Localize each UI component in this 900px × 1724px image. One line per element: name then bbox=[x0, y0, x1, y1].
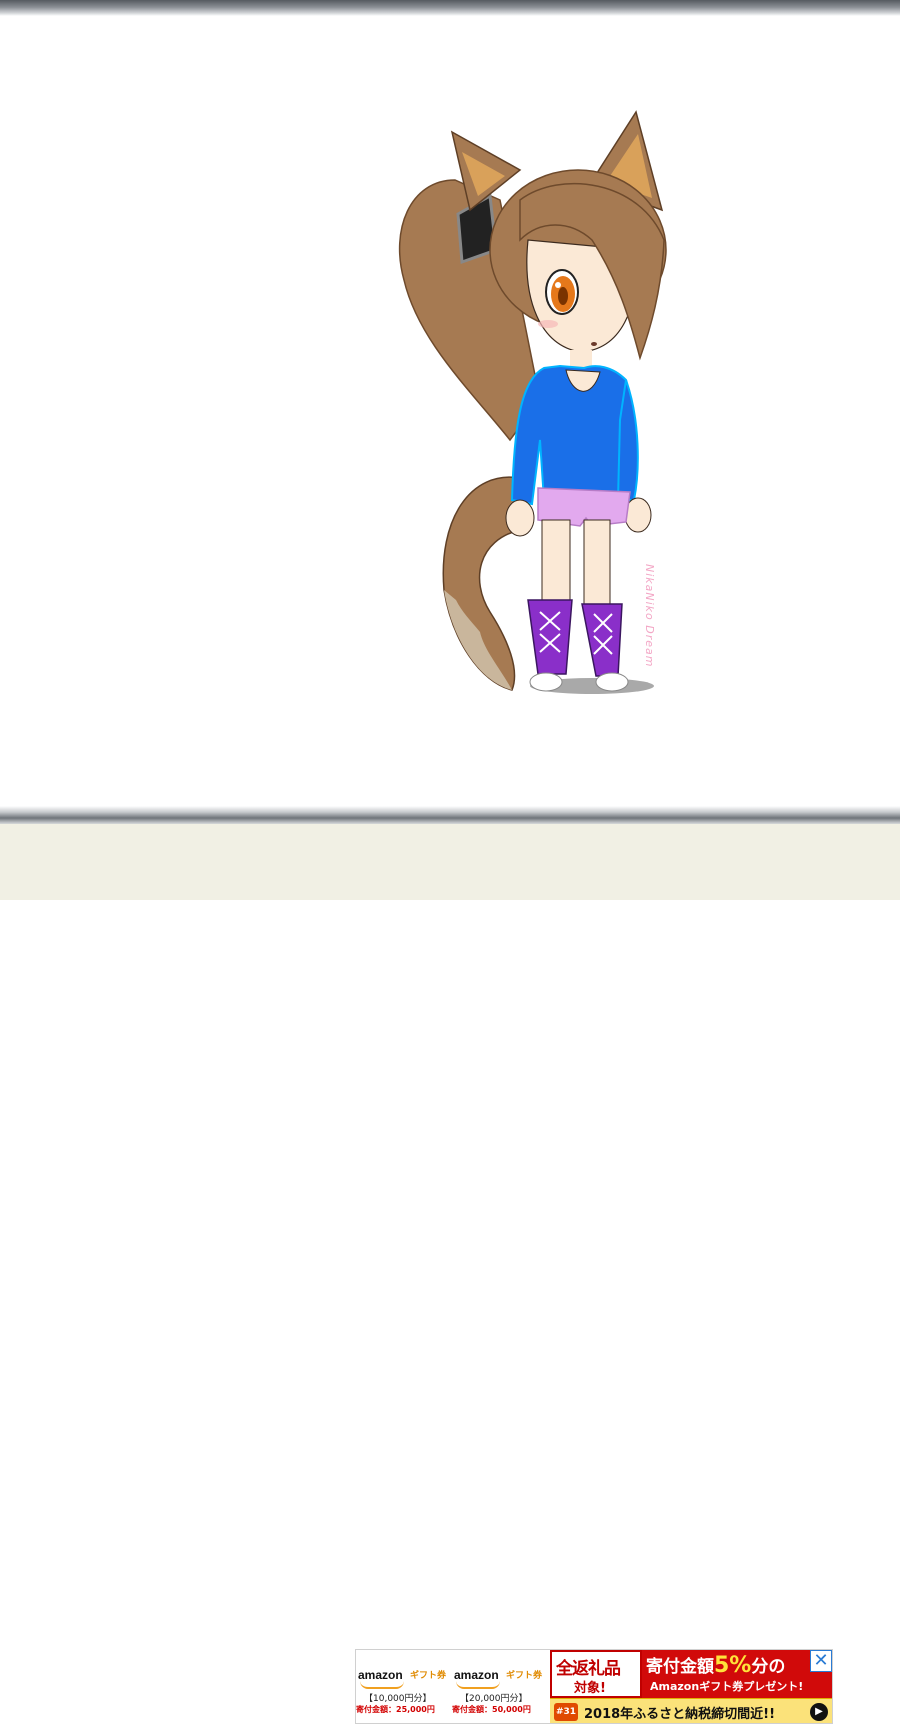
deadline-text: 2018年ふるさと納税締切間近!! bbox=[584, 1707, 776, 1722]
character-illustration bbox=[398, 110, 667, 694]
gift-label: ギフト券 bbox=[506, 1671, 543, 1681]
gift-label: ギフト券 bbox=[410, 1671, 447, 1681]
amazon-logo: amazon bbox=[358, 1668, 403, 1682]
artwork-canvas: NikaNiko Dream bbox=[0, 16, 900, 808]
gift-card-20000[interactable]: amazon ギフト券 【20,000円分】 寄付金額：50,000円 bbox=[452, 1664, 546, 1714]
promo-line-1: 全返礼品 bbox=[556, 1659, 621, 1679]
advertisement-banner[interactable]: amazon ギフト券 【10,000円分】 寄付金額：25,000円 amaz… bbox=[355, 1649, 833, 1724]
rank-badge: #31 bbox=[554, 1703, 578, 1721]
promo-line-2: 対象! bbox=[574, 1681, 606, 1696]
gift-card-10000[interactable]: amazon ギフト券 【10,000円分】 寄付金額：25,000円 bbox=[356, 1664, 450, 1714]
promo-subline: Amazonギフト券プレゼント! bbox=[650, 1680, 804, 1693]
donation-amount: 寄付金額：50,000円 bbox=[452, 1705, 531, 1714]
footer-area: amazon ギフト券 【10,000円分】 寄付金額：25,000円 amaz… bbox=[0, 824, 900, 1724]
top-scroll-bar bbox=[0, 0, 900, 16]
all-items-badge[interactable]: 全返礼品 対象! bbox=[550, 1650, 642, 1698]
gift-amount: 【10,000円分】 bbox=[364, 1694, 432, 1704]
artist-signature: NikaNiko Dream bbox=[643, 564, 656, 668]
donation-amount: 寄付金額：25,000円 bbox=[356, 1705, 435, 1714]
deadline-strip[interactable]: #31 2018年ふるさと納税締切間近!! ▶ bbox=[550, 1698, 832, 1723]
amazon-smile-icon bbox=[456, 1681, 500, 1689]
gift-amount: 【20,000円分】 bbox=[460, 1694, 528, 1704]
amazon-logo: amazon bbox=[454, 1668, 499, 1682]
amazon-smile-icon bbox=[360, 1681, 404, 1689]
close-icon[interactable]: ✕ bbox=[810, 1650, 832, 1672]
promo-headline-text: 寄付金額5%分の bbox=[646, 1653, 786, 1678]
bottom-scroll-bar bbox=[0, 806, 900, 826]
play-arrow-icon[interactable]: ▶ bbox=[810, 1703, 828, 1721]
promo-headline[interactable]: 寄付金額5%分の Amazonギフト券プレゼント! bbox=[642, 1650, 832, 1698]
